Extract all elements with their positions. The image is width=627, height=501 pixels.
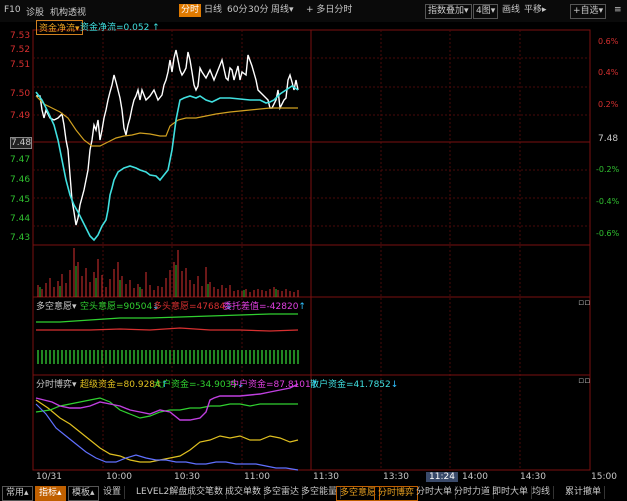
y-label: 7.53 <box>10 31 31 41</box>
x-label: 15:00 <box>591 472 617 482</box>
tab-trade-orders[interactable]: 成交单数 <box>222 486 266 499</box>
y-label: 7.51 <box>10 60 31 70</box>
y-label: 7.45 <box>10 195 31 205</box>
tab-energy[interactable]: 多空能量 <box>298 486 342 499</box>
y-label-current: 7.48 <box>10 137 33 149</box>
bear-will-line <box>36 313 298 323</box>
tab-instant-big[interactable]: 即时大单 <box>489 486 533 499</box>
panel3-value-small: 散户资金=41.7852↓ <box>310 380 399 390</box>
pct-label: 7.48 <box>598 134 619 144</box>
indicator-value: 资金净流=0.052 ↑ <box>80 23 160 33</box>
pct-label: -0.4% <box>596 197 620 206</box>
tab-settings[interactable]: 设置 <box>100 486 126 499</box>
tab-ma[interactable]: 均线 <box>529 486 555 499</box>
x-label: 11:30 <box>313 472 339 482</box>
pct-label: 0.2% <box>598 100 619 109</box>
x-label: 10:00 <box>106 472 132 482</box>
tab-trade-count[interactable]: 成交笔数 <box>184 486 228 499</box>
panel3-select[interactable]: 分时博弈▾ <box>36 377 77 390</box>
tab-big-orders[interactable]: 分时大单 <box>413 486 457 499</box>
volume-bars <box>37 248 299 297</box>
y-label: 7.43 <box>10 233 31 243</box>
average-line <box>35 95 298 147</box>
cursor-time-label: 11:24 <box>426 472 458 482</box>
y-label: 7.50 <box>10 89 31 99</box>
tab-level2[interactable]: LEVEL2解盘 <box>133 486 192 499</box>
indicator-select[interactable]: 资金净流▾ <box>36 20 83 35</box>
tab-template[interactable]: 模板▴ <box>68 486 99 501</box>
tab-game[interactable]: 分时博弈 <box>374 486 419 501</box>
x-label: 11:00 <box>244 472 270 482</box>
bull-will-line <box>36 327 299 332</box>
x-label: 10:30 <box>174 472 200 482</box>
x-label: 13:30 <box>383 472 409 482</box>
panel2-value-diff: 委托差值=-42820↑ <box>223 302 306 312</box>
y-label: 7.47 <box>10 155 31 165</box>
tab-force[interactable]: 分时力道 <box>451 486 495 499</box>
panel3-value-mid: 中户资金=87.8101↑ <box>230 380 319 390</box>
tab-radar[interactable]: 多空雷达 <box>260 486 304 499</box>
chart-canvas <box>32 29 591 471</box>
panel2-controls-icon[interactable]: ▫▫ <box>578 298 590 308</box>
panel2-value-bull: 多头意愿=47684↓ <box>153 302 233 312</box>
y-label: 7.46 <box>10 175 31 185</box>
pct-label: -0.6% <box>596 229 620 238</box>
tab-cancel[interactable]: 累计撤单 <box>562 486 606 499</box>
diff-bars <box>37 350 299 364</box>
pct-label: 0.4% <box>598 68 619 77</box>
y-label: 7.44 <box>10 214 31 224</box>
pct-label: -0.2% <box>596 165 620 174</box>
y-label: 7.49 <box>10 111 31 121</box>
panel2-select[interactable]: 多空意愿▾ <box>36 299 77 312</box>
x-label: 14:30 <box>520 472 546 482</box>
small-fund-line <box>35 403 299 471</box>
tab-indicator[interactable]: 指标▴ <box>35 486 66 501</box>
price-line <box>36 49 299 226</box>
super-fund-line <box>35 399 299 463</box>
x-label: 14:00 <box>462 472 488 482</box>
panel2-value-bear: 空头意愿=90504↓ <box>80 302 160 312</box>
tab-common[interactable]: 常用▴ <box>2 486 33 501</box>
y-label: 7.52 <box>10 45 31 55</box>
panel3-controls-icon[interactable]: ▫▫ <box>578 376 590 386</box>
x-label: 10/31 <box>36 472 62 482</box>
pct-label: 0.6% <box>598 37 619 46</box>
